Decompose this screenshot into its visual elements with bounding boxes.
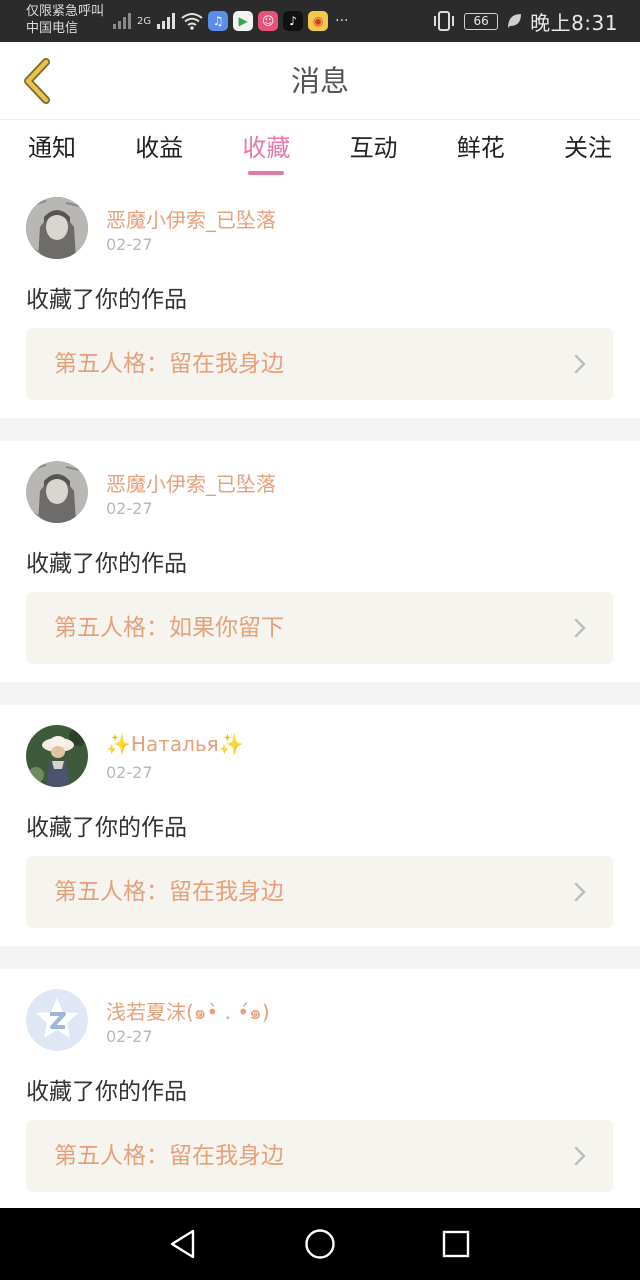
action-text: 收藏了你的作品 — [26, 1079, 187, 1105]
notification-date: 02-27 — [106, 235, 153, 254]
action-text: 收藏了你的作品 — [26, 551, 187, 577]
triangle-back-icon — [170, 1229, 195, 1259]
signal-icon — [113, 13, 131, 29]
notification-date: 02-27 — [106, 763, 153, 782]
tiktok-icon: ♪ — [283, 11, 304, 31]
divider — [0, 682, 640, 705]
notification-date: 02-27 — [106, 499, 153, 518]
username[interactable]: ✨Наталья✨ — [106, 732, 244, 756]
tab-follows[interactable]: 关注 — [562, 121, 614, 177]
divider — [0, 418, 640, 441]
divider — [0, 946, 640, 969]
tab-favorites[interactable]: 收藏 — [240, 121, 292, 177]
work-link[interactable]: 第五人格：如果你留下 — [26, 592, 613, 664]
avatar[interactable] — [26, 461, 88, 523]
notification-feed: 恶魔小伊索_已坠落 02-27 收藏了你的作品 第五人格：留在我身边 恶魔小伊索… — [0, 177, 640, 1210]
avatar[interactable] — [26, 725, 88, 787]
tab-notifications[interactable]: 通知 — [26, 121, 78, 177]
notification-card: 恶魔小伊索_已坠落 02-27 收藏了你的作品 第五人格：如果你留下 — [0, 441, 640, 682]
work-title: 第五人格：留在我身边 — [54, 351, 284, 377]
notification-card: ✨Наталья✨ 02-27 收藏了你的作品 第五人格：留在我身边 — [0, 705, 640, 946]
chevron-right-icon — [574, 882, 586, 902]
work-title: 第五人格：留在我身边 — [54, 879, 284, 905]
username[interactable]: 恶魔小伊索_已坠落 — [106, 468, 276, 497]
status-bar: 仅限紧急呼叫 中国电信 2G ♫ ▶ ☺ ♪ ◉ ··· 66 晚上8:31 — [0, 0, 640, 42]
action-text: 收藏了你的作品 — [26, 815, 187, 841]
status-icons: 2G ♫ ▶ ☺ ♪ ◉ ··· — [112, 9, 348, 33]
square-recent-icon — [442, 1230, 470, 1258]
avatar[interactable] — [26, 197, 88, 259]
work-title: 第五人格：留在我身边 — [54, 1143, 284, 1169]
action-text: 收藏了你的作品 — [26, 287, 187, 313]
chevron-right-icon — [574, 1146, 586, 1166]
network-type-label: 2G — [137, 15, 152, 27]
play-app-icon: ▶ — [233, 11, 254, 31]
avatar[interactable] — [26, 989, 88, 1051]
username[interactable]: 恶魔小伊索_已坠落 — [106, 204, 276, 233]
tab-interactions[interactable]: 互动 — [348, 121, 400, 177]
music-app-icon: ♫ — [208, 11, 229, 31]
username[interactable]: 浅若夏沫(๑•̀ . •́๑) — [106, 996, 270, 1028]
circle-home-icon — [305, 1229, 335, 1259]
clock: 晚上8:31 — [530, 10, 618, 35]
header-bar: 消息 — [0, 42, 640, 120]
wifi-icon — [181, 13, 203, 30]
work-link[interactable]: 第五人格：留在我身边 — [26, 856, 613, 928]
more-notifications-icon: ··· — [335, 13, 349, 29]
carrier-info: 仅限紧急呼叫 中国电信 — [26, 3, 104, 37]
leaf-icon — [508, 14, 522, 28]
page-title: 消息 — [290, 64, 349, 98]
work-link[interactable]: 第五人格：留在我身边 — [26, 1120, 613, 1192]
work-title: 第五人格：如果你留下 — [54, 615, 284, 641]
chevron-right-icon — [574, 618, 586, 638]
carrier-line-1: 仅限紧急呼叫 — [26, 4, 105, 19]
notification-card: 恶魔小伊索_已坠落 02-27 收藏了你的作品 第五人格：留在我身边 — [0, 177, 640, 418]
signal-strong-icon — [157, 13, 176, 29]
chevron-right-icon — [574, 354, 586, 374]
notification-card: 浅若夏沫(๑•̀ . •́๑) 02-27 收藏了你的作品 第五人格：留在我身边 — [0, 969, 640, 1210]
mask-app-icon: ☺ — [258, 11, 279, 31]
notification-date: 02-27 — [106, 1027, 153, 1046]
work-link[interactable]: 第五人格：留在我身边 — [26, 328, 613, 400]
tab-bar: 通知 收益 收藏 互动 鲜花 关注 — [0, 121, 640, 177]
vibrate-icon — [434, 11, 455, 31]
status-right: 66 晚上8:31 — [432, 8, 618, 35]
weibo-icon: ◉ — [308, 11, 329, 31]
system-nav-bar — [0, 1208, 640, 1280]
battery-icon: 66 — [464, 12, 499, 30]
tab-earnings[interactable]: 收益 — [133, 121, 185, 177]
nav-home-button[interactable] — [302, 1226, 338, 1262]
tab-flowers[interactable]: 鲜花 — [455, 121, 507, 177]
nav-back-button[interactable] — [165, 1226, 201, 1262]
carrier-line-2: 中国电信 — [26, 21, 79, 36]
nav-recent-button[interactable] — [438, 1226, 474, 1262]
